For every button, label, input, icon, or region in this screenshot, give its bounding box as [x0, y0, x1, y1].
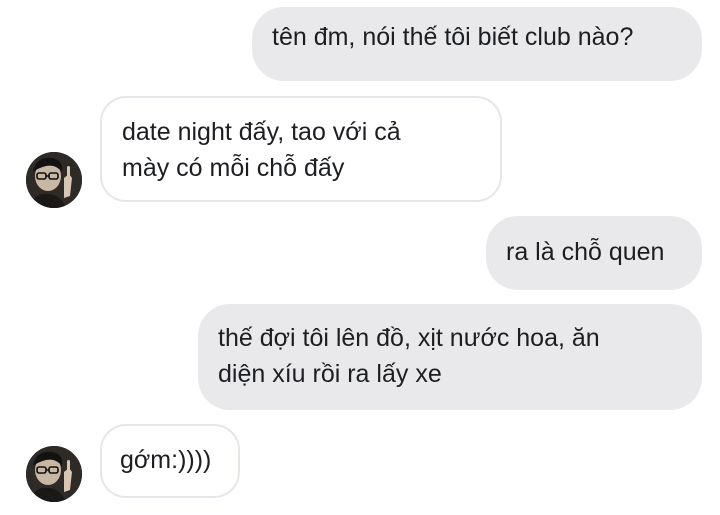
message-bubble-outgoing[interactable]: thế đợi tôi lên đồ, xịt nước hoa, ăn diệ…: [198, 304, 702, 410]
message-bubble-incoming[interactable]: gớm:)))): [100, 424, 240, 498]
message-text: mày có mỗi chỗ đấy: [122, 154, 345, 182]
contact-avatar[interactable]: [26, 446, 82, 502]
message-text: tên đm, nói thế tôi biết club nào?: [272, 23, 634, 51]
message-bubble-outgoing[interactable]: ra là chỗ quen: [486, 216, 702, 290]
message-bubble-outgoing[interactable]: tên đm, nói thế tôi biết club nào?: [252, 7, 702, 81]
avatar-photo-icon: [26, 152, 82, 208]
avatar-photo-icon: [26, 446, 82, 502]
contact-avatar[interactable]: [26, 152, 82, 208]
message-text: ra là chỗ quen: [506, 238, 665, 266]
message-text: thế đợi tôi lên đồ, xịt nước hoa, ăn: [218, 324, 600, 352]
message-text: diện xíu rồi ra lấy xe: [218, 360, 442, 388]
message-bubble-incoming[interactable]: date night đấy, tao với cả mày có mỗi ch…: [100, 96, 502, 202]
message-text: date night đấy, tao với cả: [122, 118, 401, 146]
message-text: gớm:)))): [120, 446, 212, 474]
